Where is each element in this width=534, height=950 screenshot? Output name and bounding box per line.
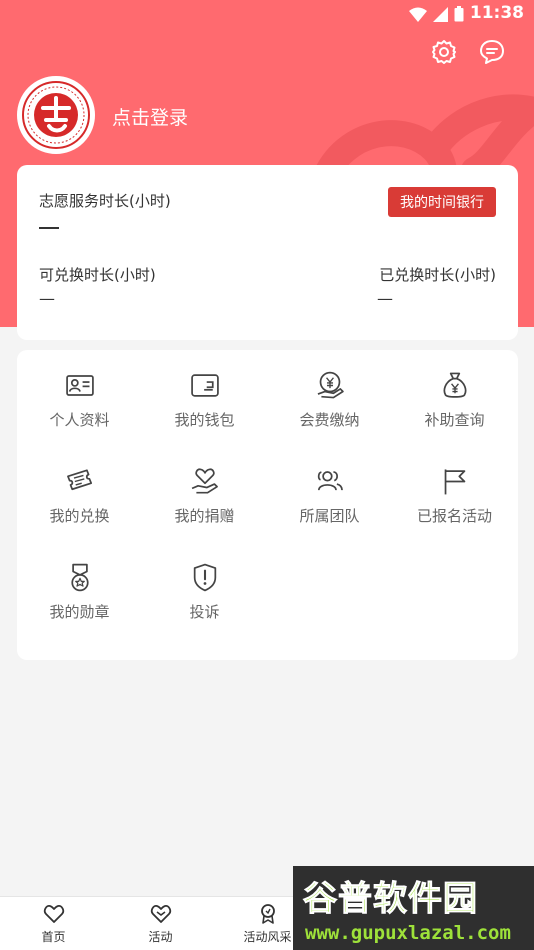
- shield-alert-icon: [193, 563, 216, 592]
- yen-coin-hand-icon: [317, 371, 344, 399]
- menu-item-wallet[interactable]: 我的钱包: [142, 350, 267, 430]
- medal-icon: [70, 563, 89, 592]
- money-bag-icon: [443, 372, 466, 398]
- message-button[interactable]: [478, 38, 506, 66]
- menu-item-medals[interactable]: 我的勋章: [17, 542, 142, 622]
- exchangeable-hours-value: —: [39, 289, 55, 308]
- award-icon: [260, 904, 275, 924]
- function-menu: 个人资料 我的钱包 会费缴纳 补助查询 我的兑换 我的捐赠 所属团队 已报名活动…: [17, 350, 518, 660]
- menu-item-registered-activities[interactable]: 已报名活动: [392, 446, 517, 526]
- exchangeable-hours-label: 可兑换时长(小时): [39, 266, 156, 284]
- ticket-icon: [66, 469, 92, 491]
- menu-item-complaint[interactable]: 投诉: [142, 542, 267, 622]
- menu-item-membership-fee[interactable]: 会费缴纳: [267, 350, 392, 430]
- battery-icon: [454, 6, 464, 22]
- menu-item-profile[interactable]: 个人资料: [17, 350, 142, 430]
- avatar[interactable]: [17, 76, 95, 154]
- menu-label: 个人资料: [49, 411, 110, 429]
- menu-label: 会费缴纳: [299, 411, 360, 429]
- team-icon: [317, 471, 343, 491]
- menu-label: 补助查询: [424, 411, 485, 429]
- heart-hand-icon: [191, 468, 218, 494]
- nav-label: 活动: [148, 930, 173, 944]
- service-hours-card: 志愿服务时长(小时) 我的时间银行 可兑换时长(小时) 已兑换时长(小时) — …: [17, 165, 518, 340]
- heart-outline-icon: [43, 905, 64, 923]
- watermark-url: www.gupuxlazal.com: [305, 922, 511, 944]
- watermark-brand: 谷普软件园: [303, 879, 478, 920]
- menu-label: 投诉: [189, 603, 220, 621]
- id-card-icon: [65, 375, 94, 396]
- menu-label: 我的勋章: [49, 603, 110, 621]
- flag-icon: [444, 469, 465, 495]
- service-hours-value: [39, 227, 59, 229]
- status-bar: 11:38: [0, 0, 534, 30]
- signal-icon: [433, 6, 448, 22]
- service-hours-title: 志愿服务时长(小时): [39, 192, 171, 210]
- login-link[interactable]: 点击登录: [112, 103, 188, 130]
- gear-icon: [432, 40, 456, 64]
- menu-item-subsidy[interactable]: 补助查询: [392, 350, 517, 430]
- menu-label: 我的兑换: [49, 507, 110, 525]
- status-time: 11:38: [469, 3, 524, 23]
- wifi-icon: [409, 7, 427, 22]
- menu-item-donation[interactable]: 我的捐赠: [142, 446, 267, 526]
- site-watermark: 谷普软件园 www.gupuxlazal.com: [293, 866, 534, 950]
- nav-activities[interactable]: 活动: [107, 897, 214, 950]
- nav-label: 首页: [41, 930, 66, 944]
- menu-item-team[interactable]: 所属团队: [267, 446, 392, 526]
- heart-handshake-icon: [150, 905, 171, 923]
- settings-button[interactable]: [430, 38, 458, 66]
- header-actions: [430, 38, 506, 66]
- menu-item-exchange[interactable]: 我的兑换: [17, 446, 142, 526]
- volunteer-logo: [21, 80, 91, 150]
- menu-label: 所属团队: [299, 507, 360, 525]
- nav-label: 活动风采: [243, 930, 292, 944]
- exchanged-hours-value: —: [377, 289, 393, 308]
- nav-home[interactable]: 首页: [0, 897, 107, 950]
- exchanged-hours-label: 已兑换时长(小时): [379, 266, 496, 284]
- wallet-icon: [190, 374, 219, 397]
- menu-label: 已报名活动: [416, 507, 492, 525]
- menu-label: 我的钱包: [174, 411, 235, 429]
- time-bank-button[interactable]: 我的时间银行: [388, 187, 496, 217]
- menu-label: 我的捐赠: [174, 507, 235, 525]
- chat-bubble-icon: [480, 40, 504, 64]
